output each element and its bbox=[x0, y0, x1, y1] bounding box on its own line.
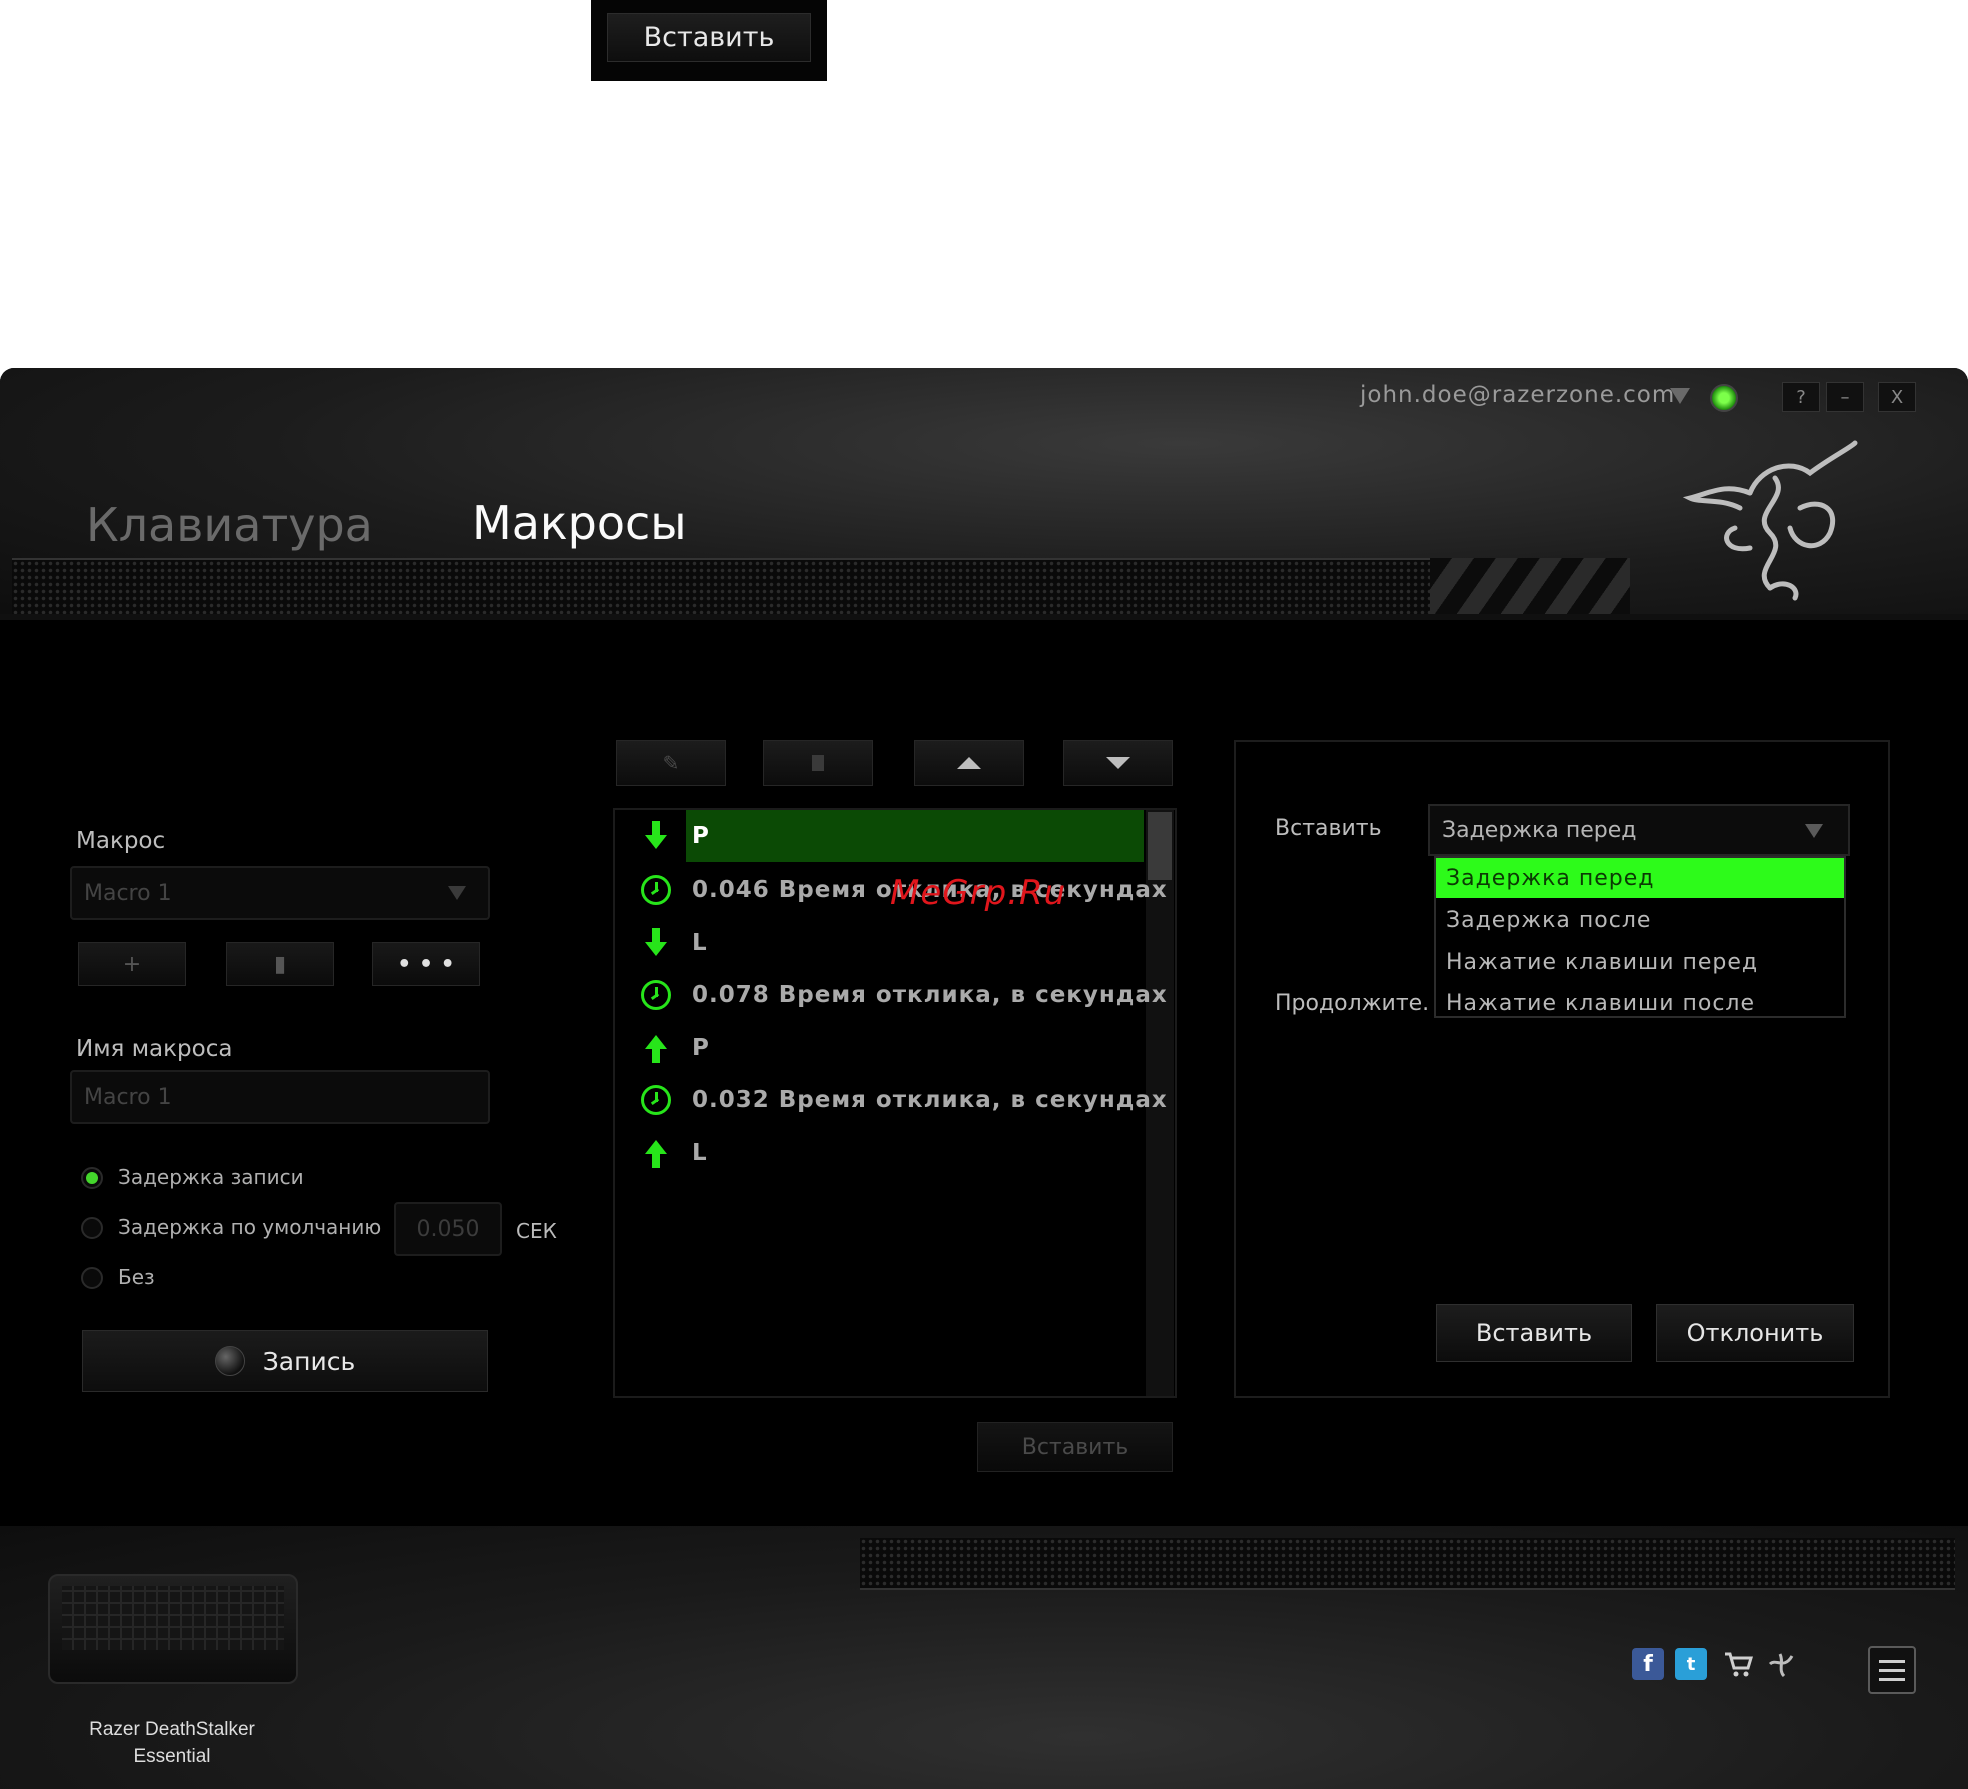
add-macro-button[interactable]: + bbox=[78, 942, 186, 986]
delay-unit: СЕК bbox=[516, 1219, 557, 1243]
dropdown-option[interactable]: Нажатие клавиши после bbox=[1436, 983, 1844, 1023]
dropdown-option[interactable]: Нажатие клавиши перед bbox=[1436, 942, 1844, 982]
dropdown-option[interactable]: Задержка перед bbox=[1436, 858, 1844, 898]
dropdown-option[interactable]: Задержка после bbox=[1436, 900, 1844, 940]
move-down-button[interactable] bbox=[1063, 740, 1173, 786]
clock-icon bbox=[641, 875, 671, 905]
event-row[interactable]: L bbox=[640, 1133, 708, 1173]
event-row[interactable]: 0.032 Время отклика, в секундах bbox=[640, 1080, 1168, 1120]
account-dropdown-icon[interactable] bbox=[1670, 388, 1690, 404]
online-status-icon bbox=[1710, 384, 1738, 412]
insert-event-button[interactable]: Вставить bbox=[977, 1422, 1173, 1472]
selected-row-highlight bbox=[686, 810, 1144, 862]
default-delay-input[interactable]: 0.050 bbox=[394, 1202, 502, 1256]
minimize-button[interactable]: – bbox=[1826, 382, 1864, 412]
default-delay-label: Задержка по умолчанию bbox=[118, 1215, 382, 1239]
header-stripes bbox=[1430, 558, 1630, 614]
insert-type-label: Вставить bbox=[1275, 816, 1382, 841]
event-text: P bbox=[692, 1035, 710, 1061]
pencil-icon: ✎ bbox=[662, 751, 680, 775]
move-up-button[interactable] bbox=[914, 740, 1024, 786]
record-icon bbox=[214, 1346, 245, 1376]
top-insert-button[interactable]: Вставить bbox=[607, 13, 811, 62]
chevron-down-icon[interactable] bbox=[1805, 824, 1823, 838]
insert-type-select[interactable]: Задержка перед bbox=[1428, 804, 1850, 856]
menu-icon[interactable] bbox=[1868, 1646, 1916, 1694]
record-delay-label: Задержка записи bbox=[118, 1165, 304, 1189]
radio-record-delay[interactable] bbox=[81, 1167, 103, 1189]
synapse-window: john.doe@razerzone.com ? – X Клавиатура … bbox=[0, 368, 1968, 1789]
key-up-arrow-icon bbox=[645, 1140, 667, 1168]
event-row[interactable]: 0.078 Время отклика, в секундах bbox=[640, 975, 1168, 1015]
facebook-icon[interactable]: f bbox=[1632, 1648, 1664, 1680]
triangle-down-icon bbox=[1106, 757, 1130, 769]
clock-icon bbox=[641, 980, 671, 1010]
device-name: Razer DeathStalker Essential bbox=[40, 1716, 304, 1770]
cancel-button[interactable]: Отклонить bbox=[1656, 1304, 1854, 1362]
watermark: MeGrp.Ru bbox=[890, 873, 1067, 913]
event-text: P bbox=[692, 823, 710, 849]
more-options-button[interactable]: • • • bbox=[372, 942, 480, 986]
close-button[interactable]: X bbox=[1878, 382, 1916, 412]
device-name-line2: Essential bbox=[133, 1746, 211, 1767]
key-up-arrow-icon bbox=[645, 1035, 667, 1063]
event-text: 0.078 Время отклика, в секундах bbox=[692, 982, 1168, 1008]
key-down-arrow-icon bbox=[645, 928, 667, 956]
edit-event-button[interactable]: ✎ bbox=[616, 740, 726, 786]
chevron-down-icon[interactable] bbox=[448, 886, 466, 900]
twitter-icon[interactable]: t bbox=[1675, 1648, 1707, 1680]
tab-keyboard[interactable]: Клавиатура bbox=[86, 498, 373, 552]
device-name-line1: Razer DeathStalker bbox=[89, 1719, 255, 1740]
radio-no-delay[interactable] bbox=[81, 1267, 103, 1289]
clock-icon bbox=[641, 1085, 671, 1115]
macro-select[interactable]: Macro 1 bbox=[70, 866, 490, 920]
key-down-arrow-icon bbox=[645, 821, 667, 849]
razer-insider-icon[interactable] bbox=[1766, 1648, 1798, 1680]
trash-icon bbox=[812, 755, 824, 771]
top-insert-button-frame: Вставить bbox=[591, 0, 827, 81]
event-row[interactable]: P bbox=[640, 816, 710, 856]
record-button[interactable]: Запись bbox=[82, 1330, 488, 1392]
account-email[interactable]: john.doe@razerzone.com bbox=[1360, 382, 1675, 408]
event-text: 0.032 Время отклика, в секундах bbox=[692, 1087, 1168, 1113]
footer-texture-band bbox=[860, 1538, 1955, 1590]
delete-macro-button[interactable]: ▮ bbox=[226, 942, 334, 986]
help-button[interactable]: ? bbox=[1782, 382, 1820, 412]
triangle-up-icon bbox=[957, 757, 981, 769]
radio-default-delay[interactable] bbox=[81, 1217, 103, 1239]
no-delay-label: Без bbox=[118, 1265, 155, 1289]
macro-label: Макрос bbox=[76, 828, 166, 854]
razer-logo-icon bbox=[1682, 440, 1858, 601]
macro-name-label: Имя макроса bbox=[76, 1036, 233, 1062]
continue-label: Продолжите. bbox=[1275, 991, 1430, 1016]
event-text: L bbox=[692, 930, 708, 956]
keyboard-device-image[interactable] bbox=[48, 1574, 298, 1684]
event-row[interactable]: L bbox=[640, 923, 708, 963]
trash-icon: ▮ bbox=[273, 951, 287, 977]
macro-name-input[interactable]: Macro 1 bbox=[70, 1070, 490, 1124]
header-edge bbox=[0, 614, 1968, 620]
header: john.doe@razerzone.com ? – X Клавиатура … bbox=[0, 368, 1968, 620]
insert-button[interactable]: Вставить bbox=[1436, 1304, 1632, 1362]
macro-select-value: Macro 1 bbox=[84, 880, 172, 906]
tab-macros[interactable]: Макросы bbox=[472, 496, 687, 550]
header-texture-band bbox=[12, 558, 1482, 614]
record-label: Запись bbox=[262, 1346, 356, 1376]
event-row[interactable]: P bbox=[640, 1028, 710, 1068]
delete-event-button[interactable] bbox=[763, 740, 873, 786]
event-text: L bbox=[692, 1140, 708, 1166]
cart-icon[interactable] bbox=[1722, 1648, 1754, 1680]
